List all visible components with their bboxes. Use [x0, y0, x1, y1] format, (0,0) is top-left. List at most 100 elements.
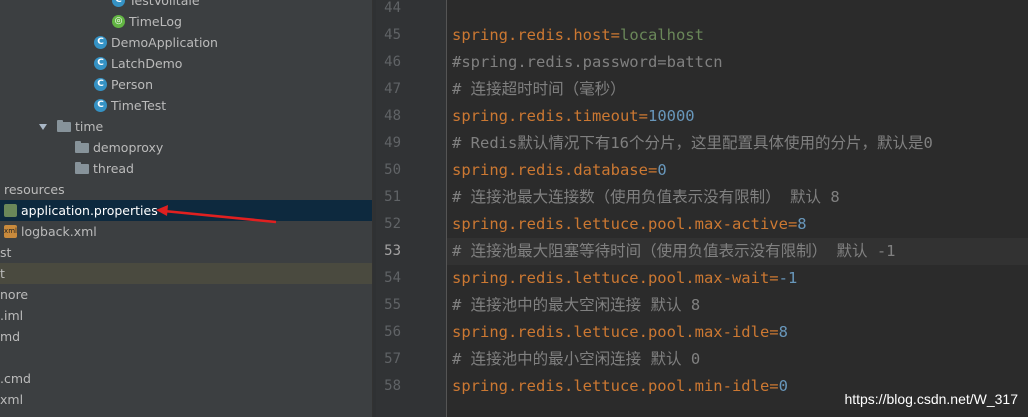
line-number: 48: [384, 108, 401, 124]
line-number: 56: [384, 324, 401, 340]
code-comment: # 连接池中的最小空闲连接 默认 0: [452, 350, 701, 368]
code-line[interactable]: # 连接超时时间（毫秒）: [447, 76, 1028, 103]
line-number: 45: [384, 27, 401, 43]
tree-item-label: logback.xml: [21, 224, 97, 239]
package-icon: [57, 120, 71, 132]
xml-file-icon: xml: [4, 225, 17, 238]
property-equals: =: [647, 161, 658, 179]
tree-item-timelog[interactable]: ◎ TimeLog: [0, 11, 372, 32]
tree-item-partial[interactable]: xml: [0, 389, 372, 410]
property-equals: =: [610, 26, 620, 44]
properties-file-icon: [4, 204, 17, 217]
property-key: spring.redis.database: [452, 161, 648, 179]
tree-item-label: resources: [4, 182, 65, 197]
tree-item-label: Person: [111, 77, 154, 92]
code-line[interactable]: # 连接池最大阻塞等待时间（使用负值表示没有限制） 默认 -1: [447, 238, 1028, 265]
line-number: 58: [384, 378, 401, 394]
property-key: spring.redis.lettuce.pool.max-idle: [452, 323, 770, 341]
tree-item-partial[interactable]: nore: [0, 284, 372, 305]
line-number: 46: [384, 54, 401, 70]
property-key: spring.redis.timeout: [452, 107, 639, 125]
tree-item-demoapplication[interactable]: C DemoApplication: [0, 32, 372, 53]
line-number: 52: [384, 216, 401, 232]
tree-item-thread[interactable]: thread: [0, 158, 372, 179]
code-comment: # 连接超时时间（毫秒）: [452, 80, 626, 98]
tree-item-label: demoproxy: [93, 140, 164, 155]
code-line[interactable]: spring.redis.lettuce.pool.max-idle=8: [447, 319, 1028, 346]
package-icon: [75, 162, 89, 174]
line-number: 50: [384, 162, 401, 178]
package-icon: [75, 141, 89, 153]
code-line[interactable]: spring.redis.lettuce.pool.max-wait=-1: [447, 265, 1028, 292]
class-icon: C: [94, 78, 107, 91]
code-line[interactable]: [447, 0, 1028, 22]
line-number: 54: [384, 270, 401, 286]
line-number: 47: [384, 81, 401, 97]
property-value: 8: [797, 215, 807, 233]
property-equals: =: [769, 377, 779, 395]
spring-boot-class-icon: C: [94, 36, 107, 49]
code-comment: # 连接池最大阻塞等待时间（使用负值表示没有限制） 默认 -1: [452, 242, 896, 260]
code-line[interactable]: # Redis默认情况下有16个分片，这里配置具体使用的分片，默认是0: [447, 130, 1028, 157]
tree-item-testvolitale[interactable]: C TestVolitale: [0, 0, 372, 11]
tree-item-partial[interactable]: t: [0, 263, 372, 284]
tree-item-label: md: [0, 329, 21, 344]
tree-item-partial[interactable]: [0, 347, 372, 368]
code-comment: # 连接池中的最大空闲连接 默认 8: [452, 296, 701, 314]
tree-item-label: application.properties: [21, 203, 158, 218]
tree-item-partial[interactable]: .iml: [0, 305, 372, 326]
property-equals: =: [638, 107, 648, 125]
tree-item-label: .iml: [0, 308, 24, 323]
tree-item-label: TestVolitale: [129, 0, 200, 8]
tree-item-label: st: [0, 245, 12, 260]
code-line[interactable]: spring.redis.lettuce.pool.max-active=8: [447, 211, 1028, 238]
tree-item-application-properties[interactable]: application.properties: [0, 200, 372, 221]
tree-item-label: xml: [0, 392, 24, 407]
line-number: 55: [384, 297, 401, 313]
tree-item-label: nore: [0, 287, 29, 302]
line-number: 53: [384, 243, 401, 259]
property-equals: =: [769, 323, 779, 341]
tree-item-label: t: [0, 266, 5, 281]
code-line[interactable]: # 连接池中的最小空闲连接 默认 0: [447, 346, 1028, 373]
project-tree-panel: C TestVolitale ◎ TimeLog C DemoApplicati…: [0, 0, 372, 417]
tree-item-partial[interactable]: st: [0, 242, 372, 263]
tree-item-resources[interactable]: resources: [0, 179, 372, 200]
tree-item-timetest[interactable]: C TimeTest: [0, 95, 372, 116]
code-line[interactable]: # 连接池最大连接数（使用负值表示没有限制） 默认 8: [447, 184, 1028, 211]
tree-item-latchdemo[interactable]: C LatchDemo: [0, 53, 372, 74]
property-key: spring.redis.lettuce.pool.min-idle: [452, 377, 770, 395]
code-line[interactable]: spring.redis.timeout=10000: [447, 103, 1028, 130]
property-key: spring.redis.lettuce.pool.max-active: [452, 215, 788, 233]
property-value: localhost: [619, 26, 704, 44]
tree-item-demoproxy[interactable]: demoproxy: [0, 137, 372, 158]
code-line[interactable]: #spring.redis.password=battcn: [447, 49, 1028, 76]
code-comment: #spring.redis.password=battcn: [452, 53, 723, 71]
property-key: spring.redis.lettuce.pool.max-wait: [452, 269, 770, 287]
property-value: 0: [778, 377, 788, 395]
spring-class-icon: ◎: [112, 15, 125, 28]
code-line[interactable]: # 连接池中的最大空闲连接 默认 8: [447, 292, 1028, 319]
property-value: 0: [657, 161, 667, 179]
line-number: 49: [384, 135, 401, 151]
code-line[interactable]: spring.redis.database=0: [447, 157, 1028, 184]
tree-item-logback-xml[interactable]: xml logback.xml: [0, 221, 372, 242]
tree-item-label: .cmd: [0, 371, 31, 386]
tree-item-label: LatchDemo: [111, 56, 183, 71]
line-number: 57: [384, 351, 401, 367]
code-editor[interactable]: spring.redis.host=localhost #spring.redis…: [447, 0, 1028, 417]
property-key: spring.redis.host: [452, 26, 611, 44]
chevron-down-icon[interactable]: [39, 124, 47, 130]
tree-item-partial[interactable]: md: [0, 326, 372, 347]
line-number: 51: [384, 189, 401, 205]
code-line[interactable]: spring.redis.host=localhost: [447, 22, 1028, 49]
property-equals: =: [787, 215, 798, 233]
tree-item-time[interactable]: time: [0, 116, 372, 137]
property-value: 8: [778, 323, 788, 341]
line-number: 44: [384, 0, 401, 16]
tree-item-label: time: [75, 119, 104, 134]
line-number-gutter: 44 45 46 47 48 49 50 51 52 53 54 55 56 57 58: [376, 0, 447, 417]
tree-item-person[interactable]: C Person: [0, 74, 372, 95]
tree-item-label: DemoApplication: [111, 35, 218, 50]
tree-item-partial[interactable]: .cmd: [0, 368, 372, 389]
